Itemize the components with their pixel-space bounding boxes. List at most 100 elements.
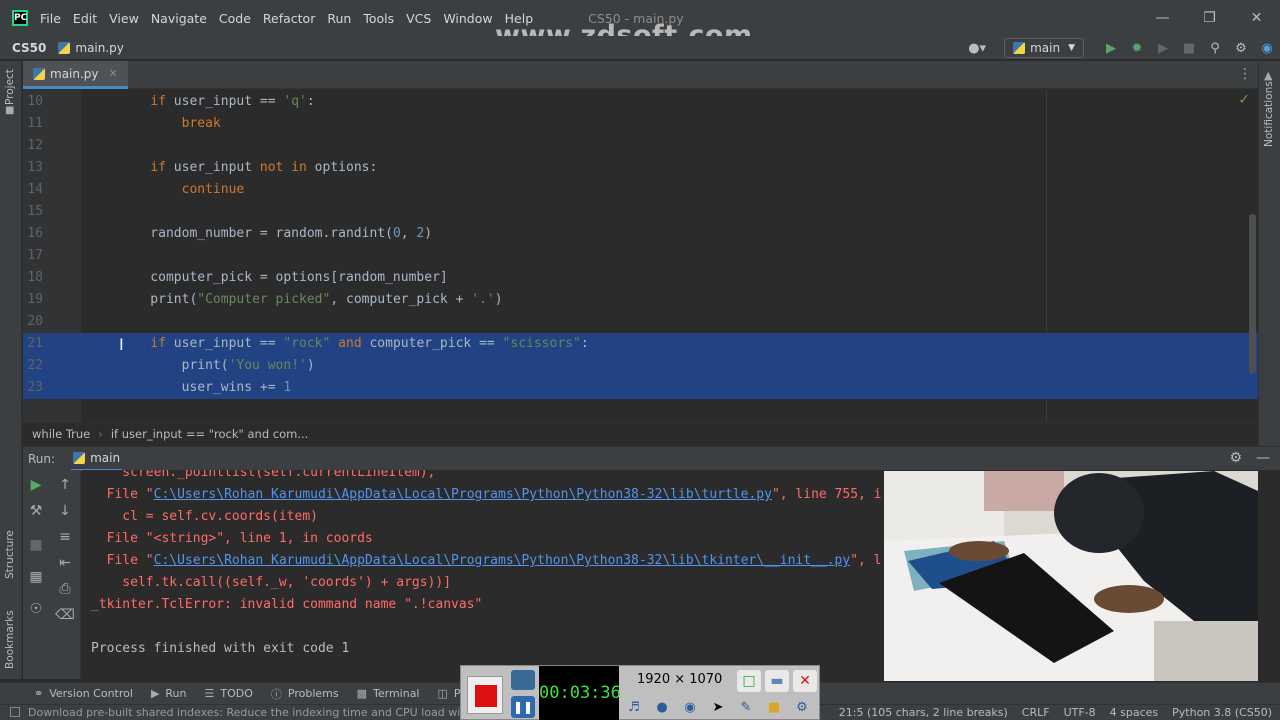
coverage-icon[interactable]: ▶ [1150, 41, 1176, 56]
python-interpreter[interactable]: Python 3.8 (CS50) [1172, 705, 1272, 720]
minimize-recorder-icon[interactable]: ▬ [765, 670, 789, 692]
user-icon[interactable]: ●▾ [968, 41, 986, 56]
stop-icon[interactable]: ■ [1176, 41, 1202, 56]
settings-gear-icon[interactable]: ⚙ [1228, 41, 1254, 56]
restore-button[interactable]: ❐ [1186, 0, 1233, 36]
code-line[interactable]: 14 continue [23, 179, 1258, 201]
close-window-button[interactable]: ✕ [1233, 0, 1280, 36]
speaker-icon[interactable]: ♬ [623, 698, 645, 718]
file-encoding[interactable]: UTF-8 [1064, 705, 1096, 720]
code-token: print( [119, 292, 198, 307]
folder-icon[interactable]: ■ [763, 698, 785, 718]
bookmarks-tool-button[interactable]: Bookmarks [4, 610, 16, 669]
code-line[interactable]: 23 user_wins += 1 [23, 377, 1258, 399]
menu-vcs[interactable]: VCS [406, 11, 431, 26]
code-line[interactable]: 11 break [23, 113, 1258, 135]
region-icon[interactable]: □ [737, 670, 761, 692]
scroll-to-end-icon[interactable]: ⇤ [54, 552, 76, 574]
debug-icon[interactable]: ✹ [1124, 41, 1150, 56]
scroll-down-icon[interactable]: ↓ [54, 500, 76, 522]
menu-refactor[interactable]: Refactor [263, 11, 315, 26]
line-number: 15 [27, 204, 43, 219]
indent-setting[interactable]: 4 spaces [1110, 705, 1159, 720]
notifications-tool-button[interactable]: Notifications [1263, 81, 1275, 147]
pen-icon[interactable]: ✎ [735, 698, 757, 718]
todo-tool-button[interactable]: ☰ TODO [205, 687, 253, 700]
webcam-icon[interactable]: ◉ [679, 698, 701, 718]
code-line[interactable]: 18 computer_pick = options[random_number… [23, 267, 1258, 289]
run-console-output[interactable]: screen._pointlist(self.currentLineItem),… [82, 470, 882, 679]
file-breadcrumb[interactable]: main.py [58, 41, 124, 55]
problems-tool-button[interactable]: ⓘ Problems [271, 686, 339, 702]
editor-scrollbar[interactable] [1249, 214, 1256, 374]
scroll-up-icon[interactable]: ↑ [54, 474, 76, 496]
code-line[interactable]: 19 print("Computer picked", computer_pic… [23, 289, 1258, 311]
more-options-icon[interactable]: ⋮ [1238, 66, 1252, 82]
run-settings-gear-icon[interactable]: ⚙ [1229, 450, 1242, 466]
recording-resolution: 1920 × 1070 [637, 672, 723, 687]
code-line[interactable]: 12 [23, 135, 1258, 157]
console-file-link[interactable]: C:\Users\Rohan Karumudi\AppData\Local\Pr… [154, 553, 851, 568]
menu-window[interactable]: Window [443, 11, 492, 26]
close-recorder-icon[interactable]: ✕ [793, 670, 817, 692]
soft-wrap-icon[interactable]: ≡ [54, 526, 76, 548]
code-token: ) [494, 292, 503, 307]
search-icon[interactable]: ⚲ [1202, 41, 1228, 56]
menu-code[interactable]: Code [219, 11, 251, 26]
trash-icon[interactable]: ⌫ [54, 604, 76, 626]
minimize-button[interactable]: — [1139, 0, 1186, 36]
rerun-icon[interactable]: ▶ [25, 474, 47, 496]
caret-position[interactable]: 21:5 (105 chars, 2 line breaks) [839, 705, 1008, 720]
structure-tool-button[interactable]: Structure [4, 530, 16, 579]
print-icon[interactable]: ⎙ [54, 578, 76, 600]
version-control-tool-button[interactable]: ⚭ Version Control [34, 687, 133, 700]
project-tool-button[interactable]: Project [4, 69, 16, 105]
close-tab-icon[interactable]: ✕ [109, 67, 118, 80]
wrench-icon[interactable]: ⚒ [25, 500, 47, 522]
layout-icon[interactable]: ▦ [25, 566, 47, 588]
code-line[interactable]: 10 if user_input == 'q': [23, 91, 1258, 113]
tab-main-py[interactable]: main.py ✕ [23, 61, 128, 89]
run-tab-main[interactable]: main [71, 447, 123, 471]
line-separator[interactable]: CRLF [1022, 705, 1050, 720]
console-line: screen._pointlist(self.currentLineItem), [91, 470, 435, 484]
code-token: 'q' [283, 94, 307, 109]
console-file-link[interactable]: C:\Users\Rohan Karumudi\AppData\Local\Pr… [154, 487, 772, 502]
run-configuration-select[interactable]: main ▼ [1004, 38, 1084, 58]
menu-file[interactable]: File [40, 11, 61, 26]
record-stop-button[interactable] [467, 676, 503, 714]
cursor-icon[interactable]: ➤ [707, 698, 729, 718]
code-editor[interactable]: 10 if user_input == 'q': 11 break 12 13 if … [23, 90, 1258, 422]
code-line[interactable]: 13 if user_input not in options: [23, 157, 1258, 179]
run-icon[interactable]: ▶ [1098, 41, 1124, 56]
settings-icon[interactable]: ⚙ [791, 698, 813, 718]
menu-navigate[interactable]: Navigate [151, 11, 207, 26]
terminal-tool-button[interactable]: ▩ Terminal [357, 687, 420, 700]
code-line[interactable]: 22 print('You won!') [23, 355, 1258, 377]
hide-panel-icon[interactable]: — [1256, 450, 1270, 466]
menu-edit[interactable]: Edit [73, 11, 97, 26]
console-text: ", line 755, in _pointlist [771, 487, 882, 502]
right-tool-stripe: ▲ Notifications [1258, 61, 1280, 447]
pause-button[interactable]: ❚❚ [511, 696, 535, 718]
code-line[interactable]: 21 if user_input == "rock" and computer_… [23, 333, 1258, 355]
camera-icon[interactable] [511, 670, 535, 690]
run-tool-button[interactable]: ▶ Run [151, 687, 187, 700]
menu-tools[interactable]: Tools [363, 11, 394, 26]
code-line[interactable]: 17 [23, 245, 1258, 267]
stop-run-icon[interactable]: ■ [25, 534, 47, 556]
menu-run[interactable]: Run [327, 11, 351, 26]
breadcrumb-if[interactable]: if user_input == "rock" and com... [111, 427, 308, 441]
breadcrumb-while[interactable]: while True [32, 427, 90, 441]
python-file-icon [33, 67, 45, 80]
project-breadcrumb[interactable]: CS50 [12, 41, 46, 55]
menu-view[interactable]: View [109, 11, 139, 26]
code-line[interactable]: 16 random_number = random.randint(0, 2) [23, 223, 1258, 245]
pin-icon[interactable]: ☉ [25, 598, 47, 620]
line-number: 16 [27, 226, 43, 241]
code-line[interactable]: 20 [23, 311, 1258, 333]
toolbox-icon[interactable]: ◉ [1254, 41, 1280, 56]
code-line[interactable]: 15 [23, 201, 1258, 223]
microphone-icon[interactable]: ● [651, 698, 673, 718]
no-problems-check-icon[interactable]: ✓ [1238, 92, 1250, 108]
